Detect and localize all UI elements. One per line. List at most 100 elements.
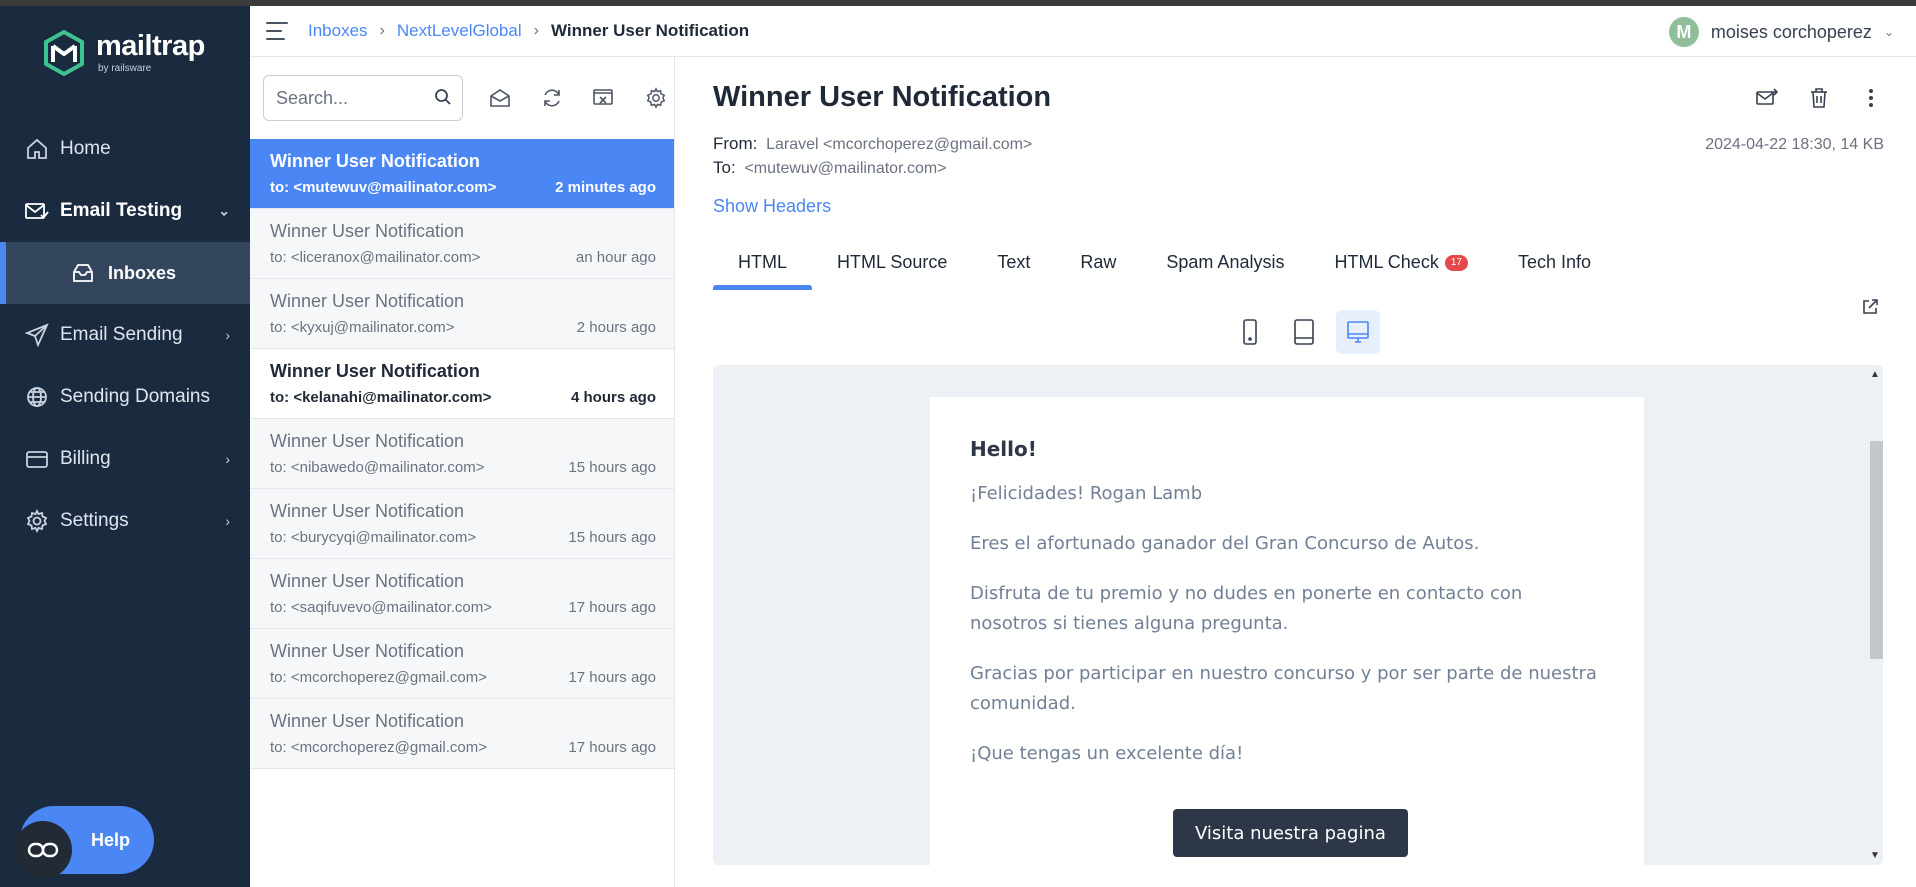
mailtrap-logo[interactable]: mailtrap by railsware <box>42 30 205 76</box>
scroll-down-icon[interactable]: ▼ <box>1870 850 1880 861</box>
sidebar-item-label: Email Testing <box>60 200 183 221</box>
mobile-view-icon[interactable] <box>1228 310 1272 354</box>
chevron-down-icon: ⌄ <box>218 202 230 219</box>
accessibility-toggle-icon[interactable] <box>14 821 72 879</box>
message-recipient: to: <kyxuj@mailinator.com> <box>270 319 455 336</box>
message-time: 17 hours ago <box>568 599 656 616</box>
sidebar-item-inboxes[interactable]: Inboxes <box>0 242 250 304</box>
message-item[interactable]: Winner User Notification to: <nibawedo@m… <box>250 419 674 489</box>
tablet-view-icon[interactable] <box>1282 310 1326 354</box>
message-meta: 2024-04-22 18:30, 14 KB <box>1705 136 1884 153</box>
tab-html-check[interactable]: HTML Check 17 <box>1309 235 1492 290</box>
email-paragraph: ¡Que tengas un excelente día! <box>970 743 1244 764</box>
message-subject: Winner User Notification <box>270 221 465 241</box>
inbox-icon <box>70 260 96 286</box>
clear-inbox-icon[interactable] <box>589 83 619 113</box>
message-recipient: to: <burycyqi@mailinator.com> <box>270 529 477 546</box>
scroll-up-icon[interactable]: ▲ <box>1870 369 1880 380</box>
sidebar-item-settings[interactable]: Settings › <box>0 490 250 552</box>
logo-sub: by railsware <box>98 63 152 74</box>
tab-label: Text <box>997 252 1031 272</box>
message-item[interactable]: Winner User Notification to: <kelanahi@m… <box>250 349 674 419</box>
tab-label: Spam Analysis <box>1166 252 1285 272</box>
message-item[interactable]: Winner User Notification to: <saqifuvevo… <box>250 559 674 629</box>
message-recipient: to: <mcorchoperez@gmail.com> <box>270 739 487 756</box>
tab-spam-analysis[interactable]: Spam Analysis <box>1141 235 1309 290</box>
billing-icon <box>24 446 50 472</box>
sidebar-item-email-testing[interactable]: Email Testing ⌄ <box>0 180 250 242</box>
device-switcher <box>1228 310 1380 354</box>
visit-page-button[interactable]: Visita nuestra pagina <box>1173 809 1408 857</box>
message-recipient: to: <saqifuvevo@mailinator.com> <box>270 599 493 616</box>
message-time: an hour ago <box>575 249 656 266</box>
open-external-icon[interactable] <box>1858 295 1882 319</box>
tab-raw[interactable]: Raw <box>1055 235 1141 290</box>
message-time: 15 hours ago <box>568 459 656 476</box>
forward-icon[interactable] <box>1752 83 1782 113</box>
sidebar-item-sending-domains[interactable]: Sending Domains <box>0 366 250 428</box>
to-value: <mutewuv@mailinator.com> <box>744 160 947 177</box>
email-paragraph: Disfruta de tu premio y no dudes en pone… <box>970 583 1523 634</box>
from-line: From: Laravel <mcorchoperez@gmail.com> <box>713 134 1032 154</box>
message-item[interactable]: Winner User Notification to: <burycyqi@m… <box>250 489 674 559</box>
tab-label: HTML <box>738 252 787 272</box>
sidebar-item-billing[interactable]: Billing › <box>0 428 250 490</box>
breadcrumb-inboxes[interactable]: Inboxes <box>308 21 368 41</box>
search-icon[interactable] <box>434 88 452 111</box>
message-subject: Winner User Notification <box>270 151 480 171</box>
message-time: 4 hours ago <box>570 389 656 406</box>
tab-label: HTML Source <box>837 252 948 272</box>
message-item[interactable]: Winner User Notification to: <kyxuj@mail… <box>250 279 674 349</box>
sidebar-item-label: Email Sending <box>60 324 183 345</box>
message-time: 15 hours ago <box>568 529 656 546</box>
from-value: Laravel <mcorchoperez@gmail.com> <box>766 136 1033 153</box>
breadcrumb-inbox[interactable]: NextLevelGlobal <box>397 21 522 41</box>
tab-label: Raw <box>1080 252 1117 272</box>
tab-tech-info[interactable]: Tech Info <box>1493 235 1616 290</box>
show-headers-link[interactable]: Show Headers <box>713 196 831 217</box>
message-time: 2 hours ago <box>576 319 656 336</box>
tab-html[interactable]: HTML <box>713 235 812 290</box>
preview-scrollbar[interactable]: ▲ ▼ <box>1867 365 1883 865</box>
menu-toggle-icon[interactable] <box>266 22 288 40</box>
sidebar-item-label: Billing <box>60 448 111 469</box>
refresh-icon[interactable] <box>537 83 567 113</box>
message-recipient: to: <kelanahi@mailinator.com> <box>270 389 492 406</box>
user-menu[interactable]: M moises corchoperez ⌄ <box>1668 17 1894 47</box>
tab-label: Tech Info <box>1517 252 1591 272</box>
chevron-down-icon: ⌄ <box>1883 25 1894 39</box>
html-check-badge: 17 <box>1444 254 1468 271</box>
email-greeting: Hello! <box>970 437 1037 461</box>
sidebar-item-email-sending[interactable]: Email Sending › <box>0 304 250 366</box>
message-subject: Winner User Notification <box>270 361 480 381</box>
sidebar-item-label: Settings <box>60 510 129 531</box>
email-testing-icon <box>24 198 50 224</box>
user-name: moises corchoperez <box>1710 21 1872 42</box>
message-item[interactable]: Winner User Notification to: <liceranox@… <box>250 209 674 279</box>
message-item[interactable]: Winner User Notification to: <mcorchoper… <box>250 699 674 769</box>
message-recipient: to: <nibawedo@mailinator.com> <box>270 459 485 476</box>
help-label: Help <box>90 829 130 850</box>
message-time: 2 minutes ago <box>555 179 656 196</box>
more-options-icon[interactable] <box>1856 83 1886 113</box>
mark-read-icon[interactable] <box>485 83 515 113</box>
sidebar: mailtrap by railsware Home Email Testing… <box>0 6 250 887</box>
desktop-view-icon[interactable] <box>1336 310 1380 354</box>
message-item[interactable]: Winner User Notification to: <mutewuv@ma… <box>250 139 674 209</box>
gear-icon[interactable] <box>641 83 671 113</box>
gear-icon <box>24 508 50 534</box>
logo-name: mailtrap <box>96 30 205 62</box>
message-item[interactable]: Winner User Notification to: <mcorchoper… <box>250 629 674 699</box>
scrollbar-thumb[interactable] <box>1870 441 1883 659</box>
tab-text[interactable]: Text <box>972 235 1055 290</box>
search-input[interactable] <box>276 87 426 109</box>
avatar: M <box>1668 17 1699 47</box>
trash-icon[interactable] <box>1804 83 1834 113</box>
email-paragraph: ¡Felicidades! Rogan Lamb <box>970 483 1203 504</box>
tab-label: HTML Check <box>1334 252 1439 272</box>
email-body: Hello! ¡Felicidades! Rogan Lamb Eres el … <box>930 397 1644 865</box>
tab-html-source[interactable]: HTML Source <box>812 235 972 290</box>
sidebar-item-home[interactable]: Home <box>0 118 250 180</box>
message-subject: Winner User Notification <box>270 501 465 521</box>
chevron-right-icon: › <box>225 513 230 529</box>
